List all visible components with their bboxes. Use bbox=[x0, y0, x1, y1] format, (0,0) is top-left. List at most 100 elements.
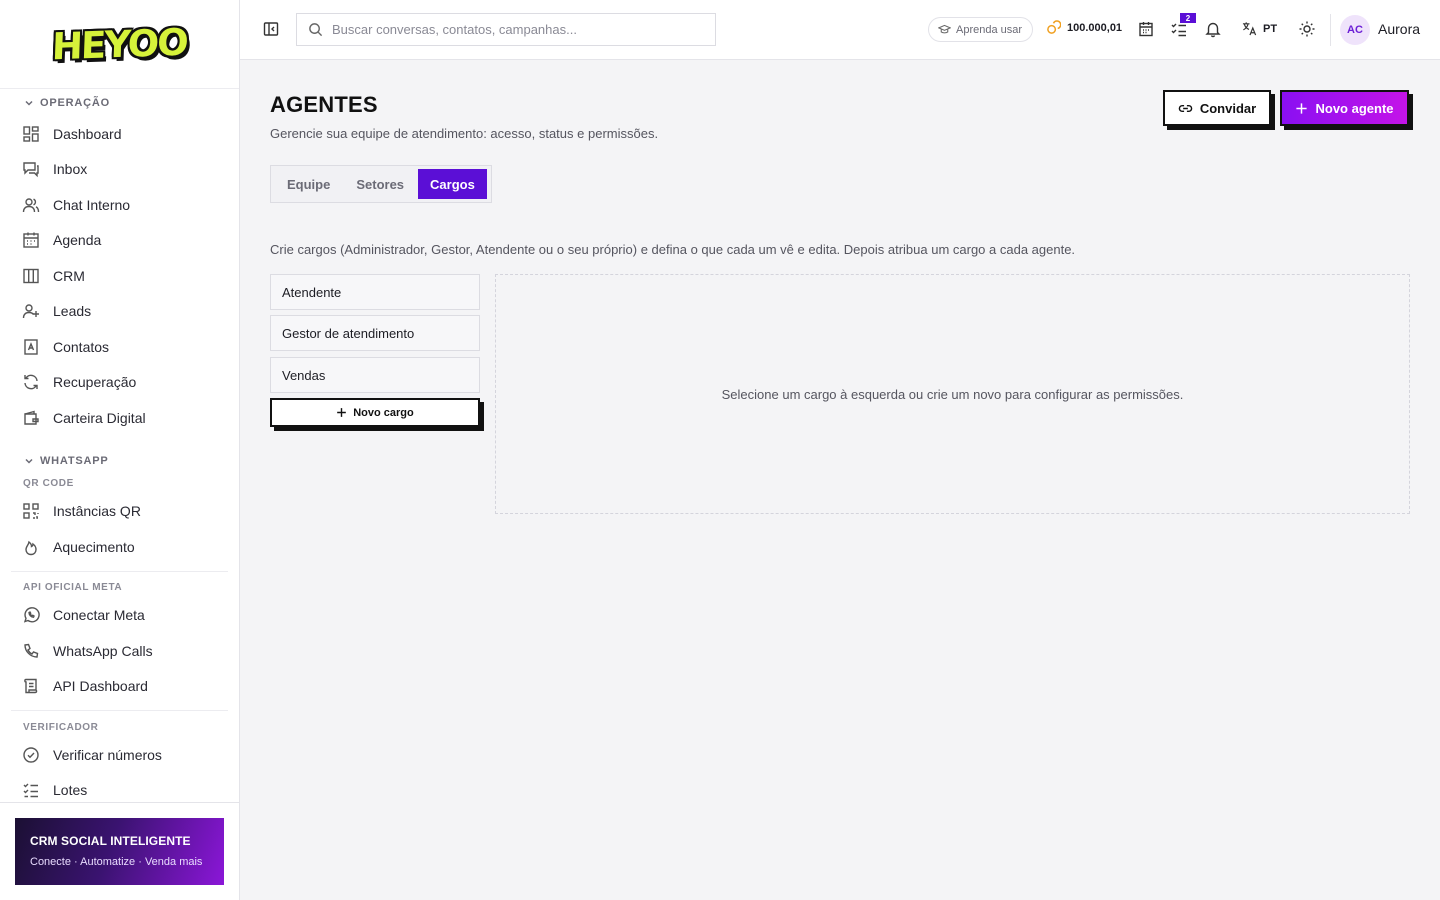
tab-setores[interactable]: Setores bbox=[344, 169, 416, 199]
sidebar-item-leads[interactable]: Leads bbox=[0, 294, 239, 330]
check-circle-icon bbox=[23, 747, 39, 763]
sidebar-item-label: Dashboard bbox=[53, 125, 122, 142]
sidebar-item-label: Conectar Meta bbox=[53, 607, 145, 624]
sidebar-item-label: Agenda bbox=[53, 232, 102, 249]
section-operacao-title: OPERAÇÃO bbox=[40, 97, 110, 109]
top-bar: Aprenda usar 100.000,01 2 PT AC Aurora bbox=[240, 0, 1440, 60]
calendar-icon[interactable] bbox=[1137, 20, 1155, 38]
search-input[interactable] bbox=[332, 22, 692, 37]
contact-book-icon bbox=[24, 339, 38, 355]
sidebar-item-label: Chat Interno bbox=[53, 196, 131, 213]
whatsapp-icon bbox=[23, 607, 40, 623]
search-icon bbox=[309, 23, 323, 37]
page-subtitle: Gerencie sua equipe de atendimento: aces… bbox=[270, 126, 659, 141]
scroll-icon bbox=[24, 679, 38, 694]
divider bbox=[11, 570, 228, 572]
wallet-icon bbox=[24, 410, 39, 425]
new-agent-label: Novo agente bbox=[1315, 100, 1394, 116]
sidebar-item-whatsapp-calls[interactable]: WhatsApp Calls bbox=[0, 633, 239, 669]
user-plus-icon bbox=[22, 304, 39, 319]
sidebar-item-inbox[interactable]: Inbox bbox=[0, 152, 239, 188]
role-item-vendas[interactable]: Vendas bbox=[270, 357, 480, 393]
sidebar-item-crm[interactable]: CRM bbox=[0, 258, 239, 294]
language-selector[interactable]: PT bbox=[1242, 21, 1277, 36]
qr-code-icon bbox=[23, 503, 39, 519]
sidebar-item-agenda[interactable]: Agenda bbox=[0, 223, 239, 259]
sidebar-item-label: Recuperação bbox=[53, 374, 137, 391]
avatar[interactable]: AC bbox=[1340, 15, 1370, 45]
sidebar-item-aquecimento[interactable]: Aquecimento bbox=[0, 529, 239, 565]
learn-label: Aprenda usar bbox=[956, 23, 1023, 36]
sidebar-item-label: Inbox bbox=[53, 161, 88, 178]
logo-container: HEYOO bbox=[0, 0, 239, 89]
section-operacao-header[interactable]: OPERAÇÃO bbox=[0, 90, 239, 116]
calendar-icon bbox=[23, 232, 39, 248]
sidebar-item-carteira-digital[interactable]: Carteira Digital bbox=[0, 400, 239, 436]
sidebar: HEYOO OPERAÇÃO Dashboard Inbox Chat Inte… bbox=[0, 0, 240, 900]
sidebar-item-label: Verificar números bbox=[53, 746, 162, 763]
subsection-qr-code-title: QR CODE bbox=[23, 478, 74, 489]
section-whatsapp-header[interactable]: WHATSAPP bbox=[0, 448, 239, 474]
page-title: AGENTES bbox=[270, 92, 378, 117]
role-detail-panel: Selecione um cargo à esquerda ou crie um… bbox=[495, 274, 1410, 514]
divider bbox=[0, 802, 239, 803]
user-name[interactable]: Aurora bbox=[1378, 21, 1420, 37]
sidebar-item-recuperacao[interactable]: Recuperação bbox=[0, 365, 239, 401]
sidebar-item-api-dashboard[interactable]: API Dashboard bbox=[0, 669, 239, 705]
sidebar-item-verificar-numeros[interactable]: Verificar números bbox=[0, 737, 239, 773]
tab-cargos[interactable]: Cargos bbox=[418, 169, 487, 199]
sidebar-item-instancias-qr[interactable]: Instâncias QR bbox=[0, 494, 239, 530]
roles-description: Crie cargos (Administrador, Gestor, Aten… bbox=[270, 242, 1076, 257]
tab-equipe[interactable]: Equipe bbox=[275, 169, 342, 199]
chevron-down-icon bbox=[25, 458, 33, 464]
sidebar-item-contatos[interactable]: Contatos bbox=[0, 329, 239, 365]
role-item-gestor[interactable]: Gestor de atendimento bbox=[270, 315, 480, 351]
sidebar-item-conectar-meta[interactable]: Conectar Meta bbox=[0, 598, 239, 634]
divider bbox=[11, 710, 228, 711]
translate-icon bbox=[1242, 22, 1257, 36]
sidebar-item-label: Instâncias QR bbox=[53, 503, 141, 520]
sidebar-item-label: API Dashboard bbox=[53, 678, 148, 695]
list-check-icon bbox=[23, 783, 38, 798]
credits-value: 100.000,01 bbox=[1067, 21, 1123, 34]
sidebar-item-dashboard[interactable]: Dashboard bbox=[0, 116, 239, 152]
new-role-button[interactable]: Novo cargo bbox=[270, 398, 480, 427]
credits-balance[interactable]: 100.000,01 bbox=[1046, 20, 1122, 35]
sidebar-item-chat-interno[interactable]: Chat Interno bbox=[0, 187, 239, 223]
plus-icon bbox=[1296, 102, 1308, 114]
promo-title: CRM SOCIAL INTELIGENTE bbox=[30, 834, 191, 848]
role-item-atendente[interactable]: Atendente bbox=[270, 274, 480, 310]
new-agent-button[interactable]: Novo agente bbox=[1280, 90, 1409, 126]
coins-icon bbox=[1047, 20, 1061, 34]
section-whatsapp-title: WHATSAPP bbox=[40, 454, 109, 467]
promo-banner[interactable]: CRM SOCIAL INTELIGENTE Conecte · Automat… bbox=[15, 818, 224, 885]
sidebar-toggle-icon[interactable] bbox=[263, 21, 279, 37]
learn-button[interactable]: Aprenda usar bbox=[928, 17, 1034, 42]
inbox-icon bbox=[23, 162, 39, 178]
refresh-icon bbox=[24, 374, 38, 390]
chevron-down-icon bbox=[25, 100, 33, 106]
subsection-api-meta-title: API OFICIAL META bbox=[23, 582, 123, 593]
subsection-verificador-title: VERIFICADOR bbox=[23, 721, 99, 733]
phone-icon bbox=[24, 643, 39, 658]
tab-bar: Equipe Setores Cargos bbox=[270, 165, 492, 203]
sidebar-item-label: WhatsApp Calls bbox=[53, 642, 153, 659]
sidebar-item-label: Leads bbox=[53, 303, 92, 320]
flame-icon bbox=[25, 540, 37, 555]
sun-icon[interactable] bbox=[1298, 20, 1316, 38]
tasks-badge: 2 bbox=[1180, 13, 1196, 23]
sidebar-item-lotes[interactable]: Lotes bbox=[0, 773, 239, 803]
graduation-cap-icon bbox=[938, 24, 951, 34]
language-label: PT bbox=[1263, 22, 1278, 35]
new-role-label: Novo cargo bbox=[353, 406, 414, 419]
sidebar-item-label: Lotes bbox=[53, 782, 88, 799]
sidebar-item-label: Carteira Digital bbox=[53, 409, 146, 426]
heyoo-logo[interactable]: HEYOO bbox=[51, 20, 187, 68]
bell-icon[interactable] bbox=[1204, 20, 1222, 38]
sidebar-nav: OPERAÇÃO Dashboard Inbox Chat Interno Ag… bbox=[0, 90, 239, 802]
sidebar-item-label: CRM bbox=[53, 267, 85, 284]
invite-button[interactable]: Convidar bbox=[1163, 90, 1271, 126]
dashboard-icon bbox=[23, 126, 39, 142]
divider bbox=[1330, 14, 1331, 46]
